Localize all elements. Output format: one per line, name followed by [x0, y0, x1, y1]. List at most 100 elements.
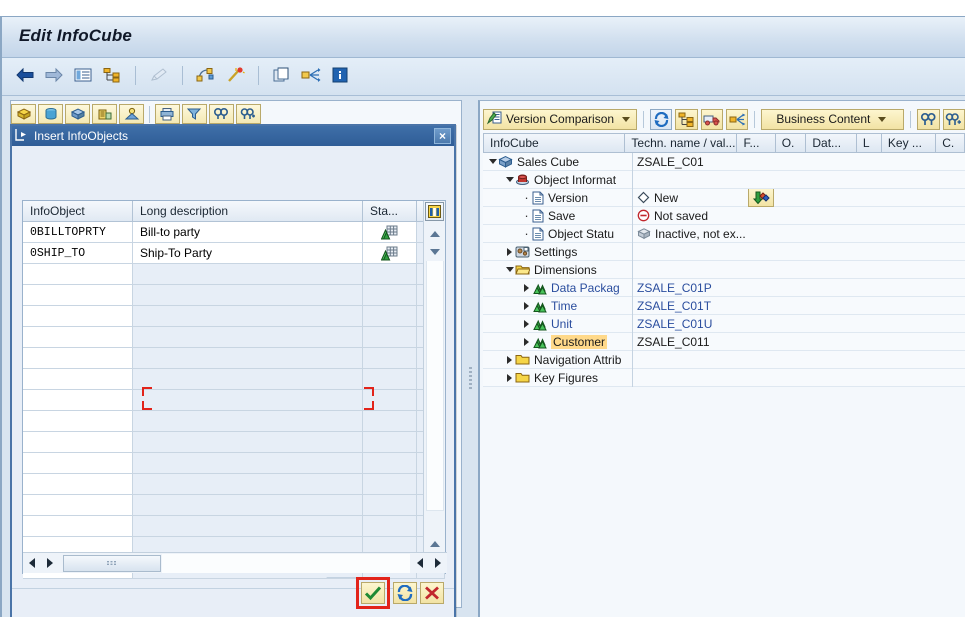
cell-infoobject[interactable]	[23, 432, 133, 453]
cell-description[interactable]	[133, 369, 363, 390]
cell-status[interactable]	[363, 243, 417, 264]
grid-row[interactable]	[23, 516, 445, 537]
cell-description[interactable]	[133, 264, 363, 285]
transport-icon[interactable]	[700, 108, 724, 130]
wand-icon[interactable]	[224, 64, 246, 86]
grid-row[interactable]: 0SHIP_TO Ship-To Party	[23, 243, 445, 264]
cell-infoobject[interactable]	[23, 369, 133, 390]
cell-status[interactable]	[363, 264, 417, 285]
tree-expand-toggle[interactable]	[521, 283, 532, 292]
cell-description[interactable]	[133, 495, 363, 516]
forward-icon[interactable]	[43, 64, 65, 86]
grid-column-infoobject[interactable]: InfoObject	[23, 201, 133, 222]
tree-expand-toggle[interactable]	[521, 319, 532, 328]
column-header-infocube[interactable]: InfoCube	[483, 133, 626, 153]
grid-column-status[interactable]: Sta...	[363, 201, 417, 222]
scroll-track[interactable]	[426, 261, 444, 511]
grid-row[interactable]	[23, 495, 445, 516]
cell-description[interactable]: Bill-to party	[133, 222, 363, 243]
objects-icon[interactable]	[195, 64, 217, 86]
cell-status[interactable]	[363, 285, 417, 306]
cancel-button[interactable]	[420, 582, 444, 604]
scroll-page-left-button[interactable]	[411, 554, 429, 573]
grid-row[interactable]: 0BILLTOPRTY Bill-to party	[23, 222, 445, 243]
tree-collapse-toggle[interactable]	[504, 177, 515, 182]
find-icon[interactable]	[208, 104, 234, 124]
grid-row[interactable]	[23, 453, 445, 474]
cell-description[interactable]	[133, 453, 363, 474]
cell-infoobject[interactable]	[23, 495, 133, 516]
list-icon[interactable]	[72, 64, 94, 86]
column-header-f[interactable]: F...	[737, 133, 776, 153]
where-used-icon[interactable]	[726, 108, 749, 130]
tree-expand-toggle[interactable]	[521, 337, 532, 346]
tree-expand-toggle[interactable]	[521, 301, 532, 310]
person-icon[interactable]	[119, 104, 144, 124]
scroll-up-button[interactable]	[425, 225, 445, 242]
cell-infoobject[interactable]	[23, 390, 133, 411]
back-icon[interactable]	[14, 64, 36, 86]
cell-description[interactable]	[133, 306, 363, 327]
confirm-button[interactable]	[361, 582, 385, 604]
grid-horizontal-scrollbar[interactable]	[23, 552, 447, 573]
cell-infoobject[interactable]	[23, 285, 133, 306]
grid-row[interactable]	[23, 369, 445, 390]
grid-vertical-scrollbar[interactable]	[423, 201, 445, 573]
scroll-left-button[interactable]	[23, 554, 41, 573]
grid-row[interactable]	[23, 285, 445, 306]
cell-status[interactable]	[363, 222, 417, 243]
print-icon[interactable]	[154, 104, 180, 124]
cell-status[interactable]	[363, 516, 417, 537]
refresh-button[interactable]	[393, 582, 417, 604]
column-header-l[interactable]: L	[856, 133, 882, 153]
h-scroll-thumb[interactable]	[63, 554, 161, 572]
version-compare-button[interactable]	[748, 188, 775, 207]
cell-status[interactable]	[363, 306, 417, 327]
column-header-dat[interactable]: Dat...	[806, 133, 857, 153]
filter-icon[interactable]	[181, 104, 207, 124]
cell-description[interactable]	[133, 348, 363, 369]
cell-infoobject[interactable]	[23, 327, 133, 348]
cell-status[interactable]	[363, 369, 417, 390]
panel-splitter[interactable]	[468, 365, 474, 393]
tree-collapse-toggle[interactable]	[487, 159, 498, 164]
cell-infoobject[interactable]	[23, 474, 133, 495]
cell-infoobject[interactable]	[23, 306, 133, 327]
tree-expand-toggle[interactable]	[504, 373, 515, 382]
hierarchy-icon[interactable]	[101, 64, 123, 86]
cell-infoobject[interactable]	[23, 516, 133, 537]
cell-infoobject[interactable]	[23, 348, 133, 369]
cell-infoobject[interactable]	[23, 264, 133, 285]
cell-infoobject[interactable]	[23, 453, 133, 474]
cell-infoobject[interactable]	[23, 411, 133, 432]
column-header-key[interactable]: Key ...	[881, 133, 937, 153]
tree-row[interactable]: · Version New	[483, 188, 965, 207]
h-scroll-track[interactable]	[162, 553, 410, 573]
cell-description[interactable]	[133, 285, 363, 306]
cell-description[interactable]	[133, 474, 363, 495]
scroll-page-right-button[interactable]	[429, 554, 447, 573]
tree-expand-toggle[interactable]	[504, 247, 515, 256]
column-config-icon[interactable]	[425, 202, 444, 221]
version-comparison-button[interactable]: Version Comparison	[483, 108, 638, 130]
find-icon[interactable]	[917, 108, 940, 130]
cylinder-icon[interactable]	[38, 104, 63, 124]
business-content-button[interactable]: Business Content	[761, 108, 905, 130]
tree-row[interactable]: Time ZSALE_C01T	[483, 296, 965, 315]
cell-infoobject[interactable]: 0SHIP_TO	[23, 243, 133, 264]
tree-row[interactable]: Object Informat	[483, 170, 965, 189]
close-icon[interactable]: ×	[434, 128, 451, 144]
hierarchy-icon[interactable]	[675, 108, 698, 130]
tree-row[interactable]: Key Figures	[483, 368, 965, 387]
cell-status[interactable]	[363, 390, 417, 411]
tree-row[interactable]: Sales Cube ZSALE_C01	[483, 152, 965, 171]
tree-expand-toggle[interactable]	[504, 355, 515, 364]
copy-icon[interactable]	[271, 64, 293, 86]
cell-description[interactable]	[133, 516, 363, 537]
tree-row[interactable]: Data Packag ZSALE_C01P	[483, 278, 965, 297]
cell-description[interactable]	[133, 327, 363, 348]
scroll-right-button[interactable]	[41, 554, 59, 573]
grid-row[interactable]	[23, 264, 445, 285]
cell-infoobject[interactable]: 0BILLTOPRTY	[23, 222, 133, 243]
cell-status[interactable]	[363, 327, 417, 348]
